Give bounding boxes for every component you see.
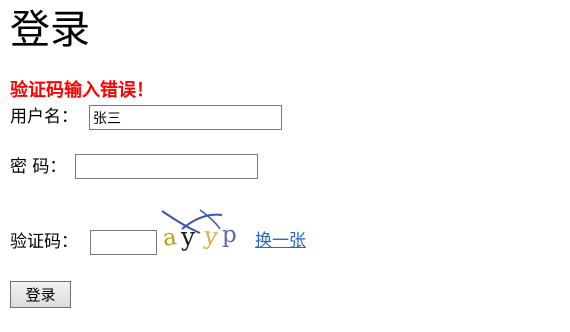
- password-label: 密 码：: [10, 157, 67, 177]
- refresh-captcha-link[interactable]: 换一张: [255, 230, 306, 252]
- password-input[interactable]: [75, 154, 258, 179]
- username-label: 用户名：: [10, 107, 78, 127]
- login-button[interactable]: 登录: [10, 281, 71, 308]
- svg-text:p: p: [222, 222, 237, 248]
- captcha-image: a y y p: [161, 209, 237, 252]
- username-input[interactable]: [89, 105, 282, 130]
- captcha-input[interactable]: [90, 230, 157, 255]
- page-title: 登录: [10, 7, 90, 53]
- svg-text:a: a: [161, 224, 178, 252]
- error-message: 验证码输入错误！: [10, 80, 154, 101]
- captcha-label: 验证码：: [10, 232, 78, 252]
